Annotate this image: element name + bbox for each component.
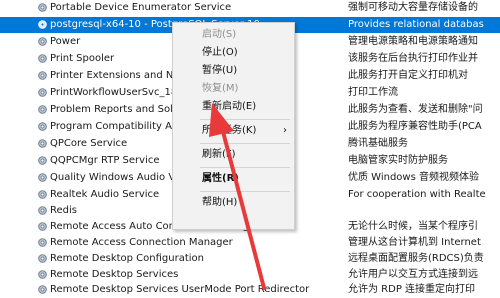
menu-item-help[interactable]: 帮助(H) [173, 194, 294, 212]
menu-item-start[interactable]: 启动(S) [173, 26, 294, 44]
service-description: For cooperation with Realte [348, 189, 486, 200]
menu-item-stop[interactable]: 停止(O) [173, 44, 294, 62]
gear-icon [38, 71, 47, 80]
menu-item-pause[interactable]: 暂停(U) [173, 62, 294, 80]
service-description: Provides relational databas [348, 19, 484, 30]
gear-icon [38, 173, 47, 182]
gear-icon [38, 270, 47, 279]
service-description: 强制可移动大容量存储设备的 [348, 2, 478, 13]
menu-item-restart[interactable]: 重新启动(E) [173, 98, 294, 116]
service-description: 打印工作流 [348, 87, 398, 98]
service-name: Remote Access Connection Manager [50, 237, 233, 248]
service-row[interactable]: Remote Desktop Services UserMode Port Re… [0, 282, 500, 298]
service-name: Remote Desktop Services [50, 269, 179, 280]
gear-icon [38, 37, 47, 46]
gear-icon [38, 156, 47, 165]
gear-icon [38, 54, 47, 63]
gear-icon [38, 190, 47, 199]
gear-icon [38, 238, 47, 247]
service-row[interactable]: Remote Desktop Services 允许用户以交互方式连接到远 [0, 267, 500, 283]
menu-separator [200, 143, 290, 144]
service-name: Remote Desktop Services UserMode Port Re… [50, 284, 310, 295]
service-description: 管理电源策略和电源策略通知 [348, 36, 478, 47]
gear-icon [38, 105, 47, 114]
service-description: 允许为 RDP 连接重定向打印 [348, 284, 476, 295]
service-row[interactable]: Remote Access Connection Manager 管理从这台计算… [0, 235, 500, 251]
menu-separator [200, 191, 290, 192]
menu-item-properties[interactable]: 属性(R) [173, 170, 294, 188]
service-row[interactable]: Remote Desktop Configuration 远程桌面配置服务(RD… [0, 251, 500, 267]
menu-item-all-tasks-label: 所有任务(K) [202, 125, 257, 136]
menu-item-refresh[interactable]: 刷新(F) [173, 146, 294, 164]
menu-separator [200, 119, 290, 120]
service-description: 远程桌面配置服务(RDCS)负责 [348, 253, 484, 264]
service-description: 腾讯基础服务 [348, 138, 408, 149]
gear-icon [38, 222, 47, 231]
service-row[interactable]: Portable Device Enumerator Service 强制可移动… [0, 0, 500, 16]
gear-icon [38, 88, 47, 97]
service-description: 管理从这台计算机到 Internet [348, 237, 481, 248]
service-description: 电脑管家实时防护服务 [348, 155, 448, 166]
menu-item-all-tasks[interactable]: 所有任务(K) › [173, 122, 294, 140]
context-menu: 启动(S) 停止(O) 暂停(U) 恢复(M) 重新启动(E) 所有任务(K) … [172, 22, 295, 230]
menu-separator [200, 167, 290, 168]
service-description: 允许用户以交互方式连接到远 [348, 269, 478, 280]
gear-icon [38, 139, 47, 148]
service-description: 该服务在后台执行打印作业并 [348, 53, 478, 64]
service-description: 优质 Windows 音频视频体验 [348, 172, 479, 183]
service-name: Portable Device Enumerator Service [50, 2, 232, 13]
service-description: 此服务为程序兼容性助手(PCA [348, 121, 482, 132]
service-description: 此服务为查看、发送和删除"问 [348, 104, 483, 115]
gear-icon [38, 3, 47, 12]
service-description: 此服务打开自定义打印机对 [348, 70, 468, 81]
submenu-arrow-icon: › [283, 125, 287, 136]
gear-icon [38, 206, 47, 215]
service-name: Remote Desktop Configuration [50, 253, 204, 264]
gear-icon [38, 254, 47, 263]
gear-icon [38, 122, 47, 131]
service-description: 无论什么时候，当某个程序引 [348, 221, 478, 232]
gear-icon [38, 285, 47, 294]
gear-icon [38, 20, 47, 29]
menu-item-resume[interactable]: 恢复(M) [173, 80, 294, 98]
